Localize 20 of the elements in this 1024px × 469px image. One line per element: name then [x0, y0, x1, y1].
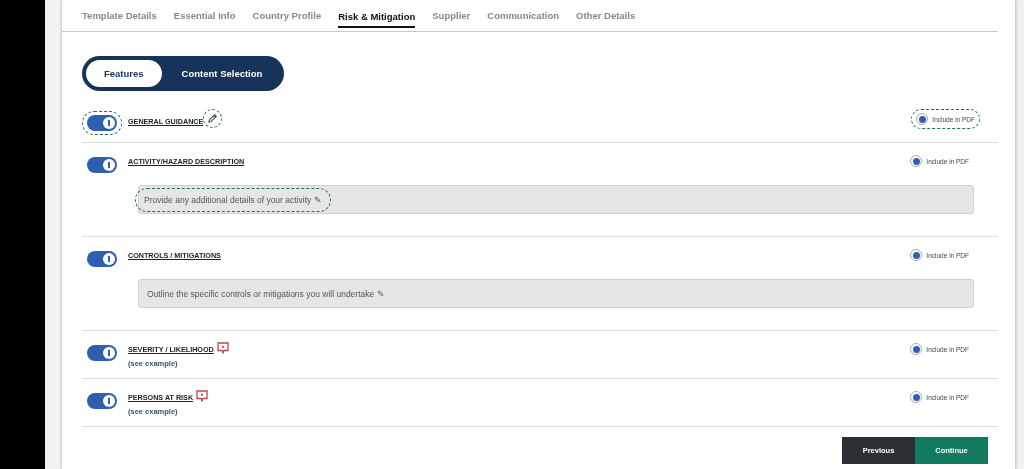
tab[interactable]: Communication [487, 5, 560, 26]
tab[interactable]: Supplier [432, 5, 471, 26]
toggle-switch[interactable] [87, 345, 117, 361]
pencil-icon[interactable] [207, 113, 219, 124]
tab[interactable]: Risk & Mitigation [338, 5, 416, 28]
segment-button[interactable]: Features [86, 60, 162, 87]
tab[interactable]: Template Details [82, 5, 157, 26]
field-placeholder: Outline the specific controls or mitigations you will undertake ✎ [146, 288, 386, 299]
text-field[interactable]: Outline the specific controls or mitigations you will undertake ✎ [138, 279, 974, 308]
tab[interactable]: Other Details [576, 5, 636, 26]
toggle-switch[interactable] [87, 251, 117, 267]
toggle-switch[interactable] [87, 157, 117, 173]
toggle-switch[interactable] [87, 393, 117, 409]
tab[interactable]: Country Profile [252, 5, 322, 26]
toggle-switch[interactable] [87, 115, 117, 131]
tab[interactable]: Essential Info [173, 5, 236, 26]
comment-icon[interactable] [216, 341, 229, 354]
comment-icon[interactable] [196, 389, 209, 402]
segment-button[interactable]: Content Selection [163, 60, 281, 87]
text-field[interactable]: Provide any additional details of your activity ✎ [138, 185, 974, 214]
